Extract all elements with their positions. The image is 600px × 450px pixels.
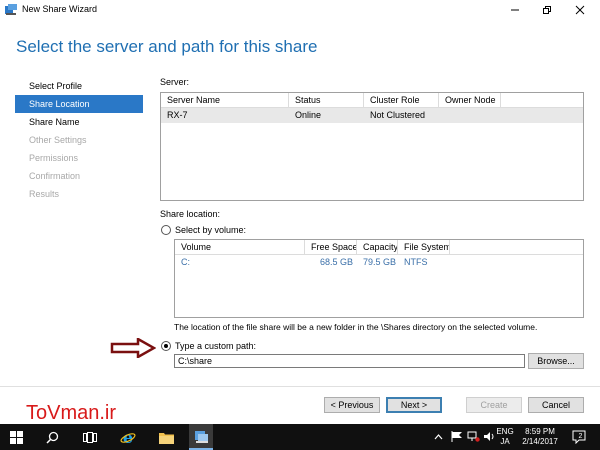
volume-note: The location of the file share will be a… bbox=[174, 322, 538, 332]
previous-button[interactable]: < Previous bbox=[324, 397, 380, 413]
window-title: New Share Wizard bbox=[22, 4, 98, 14]
restore-button[interactable] bbox=[530, 0, 564, 20]
action-center-flag-icon[interactable] bbox=[451, 431, 463, 442]
notification-count: 2 bbox=[578, 433, 583, 440]
free-space-cell: 68.5 GB bbox=[319, 257, 353, 267]
language-top: ENG bbox=[496, 427, 514, 436]
nav-item-share-name[interactable]: Share Name bbox=[15, 113, 143, 131]
minimize-button[interactable] bbox=[498, 0, 532, 20]
page-heading: Select the server and path for this shar… bbox=[16, 37, 318, 56]
nav-item-share-location[interactable]: Share Location bbox=[15, 95, 143, 113]
network-icon[interactable] bbox=[467, 431, 480, 442]
file-system-cell: NTFS bbox=[404, 257, 428, 267]
next-button[interactable]: Next > bbox=[386, 397, 442, 413]
clock-time: 8:59 PM bbox=[525, 427, 555, 436]
select-by-volume-label[interactable]: Select by volume: bbox=[175, 225, 246, 235]
column-header-cluster-role[interactable]: Cluster Role bbox=[364, 93, 439, 107]
server-owner-node-cell bbox=[439, 108, 501, 123]
arrow-annotation-icon bbox=[110, 338, 156, 358]
language-bottom: JA bbox=[500, 437, 510, 446]
create-button: Create bbox=[466, 397, 522, 413]
browse-button[interactable]: Browse... bbox=[528, 353, 584, 369]
table-row[interactable]: C: 68.5 GB 79.5 GB NTFS bbox=[175, 255, 583, 270]
close-button[interactable] bbox=[563, 0, 597, 20]
share-location-label: Share location: bbox=[160, 209, 221, 219]
file-explorer-button[interactable] bbox=[156, 427, 176, 447]
volume-table-header: Volume Free Space Capacity File System bbox=[175, 240, 583, 255]
start-button[interactable] bbox=[6, 427, 26, 447]
server-cluster-role-cell: Not Clustered bbox=[370, 110, 426, 120]
task-view-icon bbox=[83, 431, 97, 443]
internet-explorer-icon: e bbox=[120, 429, 136, 445]
column-header-owner-node[interactable]: Owner Node bbox=[439, 93, 501, 107]
custom-path-radio[interactable] bbox=[161, 341, 171, 351]
task-view-button[interactable] bbox=[80, 427, 100, 447]
close-icon bbox=[575, 5, 585, 15]
column-header-file-system[interactable]: File System bbox=[398, 240, 450, 254]
server-name-cell: RX-7 bbox=[167, 110, 188, 120]
clock-date: 2/14/2017 bbox=[522, 437, 558, 446]
minimize-icon bbox=[511, 9, 519, 11]
column-header-volume[interactable]: Volume bbox=[175, 240, 305, 254]
server-table-header: Server Name Status Cluster Role Owner No… bbox=[161, 93, 583, 108]
custom-path-label[interactable]: Type a custom path: bbox=[175, 341, 256, 351]
table-row[interactable]: RX-7 Online Not Clustered bbox=[161, 108, 583, 123]
windows-logo-icon bbox=[9, 430, 23, 444]
notifications-button[interactable]: 2 bbox=[572, 430, 586, 444]
nav-item-other-settings: Other Settings bbox=[29, 135, 87, 145]
restore-icon bbox=[543, 6, 551, 14]
nav-item-confirmation: Confirmation bbox=[29, 171, 81, 181]
custom-path-input[interactable] bbox=[174, 354, 525, 368]
server-label: Server: bbox=[160, 77, 190, 87]
title-bar: New Share Wizard bbox=[0, 0, 600, 20]
folder-icon bbox=[158, 432, 174, 444]
select-by-volume-radio[interactable] bbox=[161, 225, 171, 235]
share-wizard-icon bbox=[5, 4, 17, 15]
share-wizard-taskbar-button[interactable] bbox=[189, 424, 213, 450]
server-status-cell: Online bbox=[295, 110, 322, 120]
internet-explorer-button[interactable]: e bbox=[118, 427, 138, 447]
column-header-server-name[interactable]: Server Name bbox=[161, 93, 289, 107]
footer-divider bbox=[0, 386, 600, 387]
watermark: ToVman.ir bbox=[26, 402, 117, 424]
server-table: Server Name Status Cluster Role Owner No… bbox=[160, 92, 584, 201]
column-header-status[interactable]: Status bbox=[289, 93, 364, 107]
search-button[interactable] bbox=[42, 427, 62, 447]
chevron-up-icon[interactable] bbox=[434, 433, 443, 440]
nav-item-permissions: Permissions bbox=[29, 153, 79, 163]
volume-cell: C: bbox=[181, 257, 190, 267]
capacity-cell: 79.5 GB bbox=[363, 257, 397, 267]
nav-item-select-profile[interactable]: Select Profile bbox=[15, 77, 143, 95]
taskbar: e ENG JA 8:59 PM 2/14/2017 2 bbox=[0, 424, 600, 450]
search-icon bbox=[45, 431, 58, 444]
volume-table: Volume Free Space Capacity File System C… bbox=[174, 239, 584, 318]
nav-item-results: Results bbox=[29, 189, 60, 199]
wizard-nav: Select Profile Share Location Share Name… bbox=[15, 77, 143, 203]
column-header-free-space[interactable]: Free Space bbox=[305, 240, 357, 254]
column-header-capacity[interactable]: Capacity bbox=[357, 240, 398, 254]
input-language-indicator[interactable]: ENG JA bbox=[493, 427, 517, 447]
cancel-button[interactable]: Cancel bbox=[528, 397, 584, 413]
server-manager-icon bbox=[194, 430, 208, 443]
clock[interactable]: 8:59 PM 2/14/2017 bbox=[515, 427, 565, 447]
